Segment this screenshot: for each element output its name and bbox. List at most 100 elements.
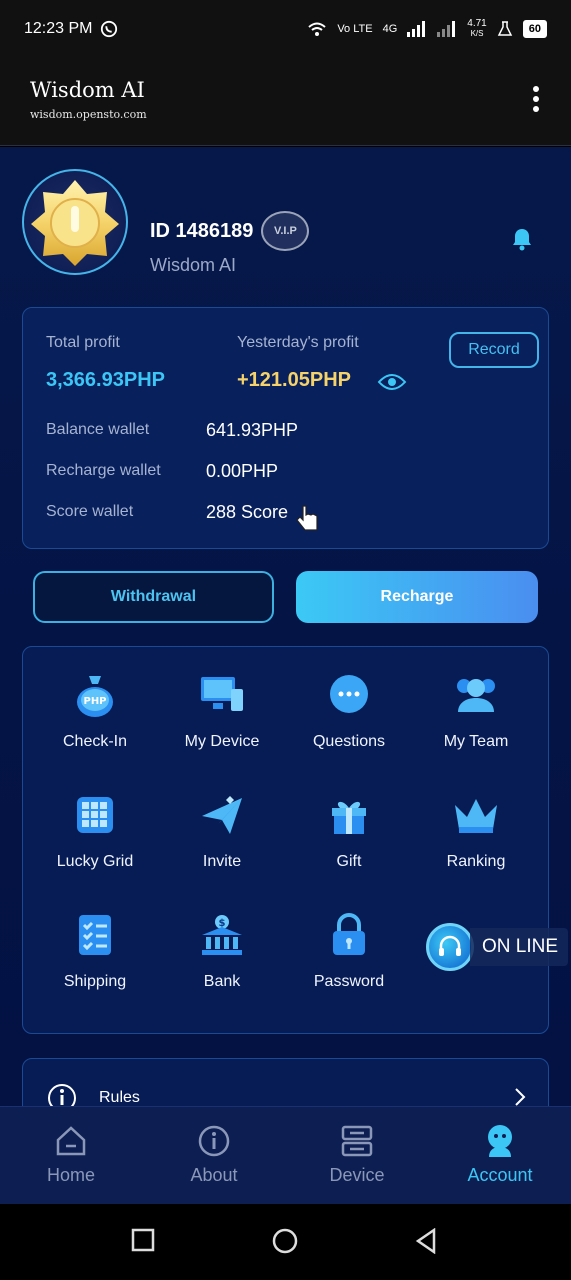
grid-item-questions[interactable]: Questions <box>285 671 413 771</box>
total-profit-label: Total profit <box>46 334 120 351</box>
rules-label: Rules <box>99 1089 140 1106</box>
grid-item-gift[interactable]: Gift <box>285 791 413 891</box>
gift-icon <box>332 801 366 834</box>
nav-home[interactable]: Home <box>16 1123 126 1186</box>
speed-group: 4.71 K/S <box>467 19 486 39</box>
recharge-wallet-value: 0.00PHP <box>206 461 279 481</box>
yesterday-profit-value: +121.05PHP <box>237 369 351 391</box>
signal-icon <box>407 21 426 37</box>
grid-item-invite[interactable]: Invite <box>158 791 286 891</box>
team-icon <box>457 679 495 712</box>
grid-label: Password <box>313 973 385 990</box>
nav-device[interactable]: Device <box>302 1123 412 1186</box>
chevron-right-icon <box>515 1088 526 1106</box>
device-icon <box>201 677 243 711</box>
nav-account[interactable]: Account <box>445 1123 555 1186</box>
nav-about[interactable]: About <box>159 1123 269 1186</box>
record-button[interactable]: Record <box>449 332 539 368</box>
recharge-button[interactable]: Recharge <box>296 571 538 623</box>
checklist-icon <box>79 915 111 955</box>
grid-item-my-device[interactable]: My Device <box>158 671 286 771</box>
hand-cursor-icon <box>296 505 318 531</box>
grid-item-check-in[interactable]: PHP Check-In <box>31 671 159 771</box>
grid-label: Ranking <box>446 853 506 870</box>
app-url: wisdom.opensto.com <box>30 108 147 121</box>
info-icon <box>198 1125 230 1157</box>
recents-icon[interactable] <box>131 1228 155 1252</box>
php-bag-icon: PHP <box>77 676 113 717</box>
withdrawal-button[interactable]: Withdrawal <box>33 571 274 623</box>
eye-icon[interactable] <box>377 372 407 392</box>
account-icon <box>488 1125 512 1157</box>
lock-icon <box>333 913 365 955</box>
speed-unit: K/S <box>470 29 484 38</box>
grid-label: My Device <box>184 733 260 750</box>
battery-icon: 60 <box>522 20 547 38</box>
status-icons: Vo LTE 4G 4.71 K/S 60 <box>307 19 547 39</box>
balance-wallet-label: Balance wallet <box>46 421 150 438</box>
grid-label: Bank <box>203 973 241 990</box>
bell-icon[interactable] <box>511 227 533 251</box>
avatar[interactable] <box>22 169 128 275</box>
online-label: ON LINE <box>470 928 569 966</box>
score-wallet-value: 288 Score <box>206 502 289 522</box>
grid-item-password[interactable]: Password <box>285 911 413 1011</box>
paper-plane-icon <box>202 796 242 834</box>
grid-label: My Team <box>443 733 509 750</box>
balance-wallet-value: 641.93PHP <box>206 420 299 440</box>
crown-icon <box>455 799 497 833</box>
user-id-row: ID 1486189 V.I.P <box>150 211 310 251</box>
flask-icon <box>497 21 512 36</box>
volte-label: Vo LTE <box>337 23 373 35</box>
grid-item-my-team[interactable]: My Team <box>412 671 540 771</box>
more-menu-icon[interactable] <box>533 86 541 112</box>
info-icon <box>48 1084 76 1107</box>
whatsapp-icon <box>101 20 118 38</box>
grid-label: Questions <box>312 733 386 750</box>
device-stack-icon <box>341 1125 373 1157</box>
user-id: ID 1486189 <box>150 219 254 242</box>
signal-icon-2 <box>437 21 456 37</box>
nav-label: About <box>190 1165 238 1185</box>
rules-row[interactable]: Rules <box>22 1058 549 1107</box>
wifi-icon <box>308 22 326 36</box>
nav-label: Account <box>467 1165 533 1185</box>
network-label: 4G <box>382 23 398 35</box>
grid-label: Invite <box>202 853 242 870</box>
nav-label: Home <box>46 1165 95 1185</box>
grid-label: Shipping <box>63 973 127 990</box>
back-icon[interactable] <box>414 1228 438 1254</box>
score-wallet-label: Score wallet <box>46 503 134 520</box>
bank-icon: $ <box>202 915 242 955</box>
main-content: ID 1486189 V.I.P Wisdom AI Total profit … <box>0 147 571 1107</box>
grid-label: Lucky Grid <box>56 853 134 870</box>
home-circle-icon[interactable] <box>272 1228 298 1254</box>
svg-text:PHP: PHP <box>83 696 106 707</box>
total-profit-value: 3,366.93PHP <box>46 369 165 391</box>
system-nav-bar <box>0 1204 571 1280</box>
app-header: Wisdom AI wisdom.opensto.com <box>0 58 571 146</box>
profile-section: ID 1486189 V.I.P Wisdom AI <box>22 169 549 279</box>
star-badge-icon <box>31 180 119 266</box>
nav-label: Device <box>329 1165 385 1185</box>
bottom-nav: Home About Device Account <box>0 1106 571 1204</box>
vip-badge: V.I.P <box>261 211 310 251</box>
status-time: 12:23 PM <box>24 20 93 37</box>
grid-item-shipping[interactable]: Shipping <box>31 911 159 1011</box>
status-time-group: 12:23 PM <box>24 20 118 38</box>
recharge-wallet-label: Recharge wallet <box>46 462 161 479</box>
home-icon <box>56 1126 86 1156</box>
user-name: Wisdom AI <box>150 255 237 275</box>
headset-icon <box>426 923 474 971</box>
feature-grid: PHP Check-In My Device Questions My Team… <box>22 646 549 1034</box>
yesterday-profit-label: Yesterday's profit <box>237 334 359 351</box>
online-support-button[interactable]: ON LINE <box>426 922 571 972</box>
app-title: Wisdom AI <box>30 78 145 102</box>
grid-label: Check-In <box>62 733 128 750</box>
grid-item-bank[interactable]: $ Bank <box>158 911 286 1011</box>
wallet-card: Total profit 3,366.93PHP Yesterday's pro… <box>22 307 549 549</box>
grid-item-ranking[interactable]: Ranking <box>412 791 540 891</box>
grid-item-lucky-grid[interactable]: Lucky Grid <box>31 791 159 891</box>
grid-label: Gift <box>336 853 362 870</box>
chat-bubble-icon <box>330 675 368 713</box>
